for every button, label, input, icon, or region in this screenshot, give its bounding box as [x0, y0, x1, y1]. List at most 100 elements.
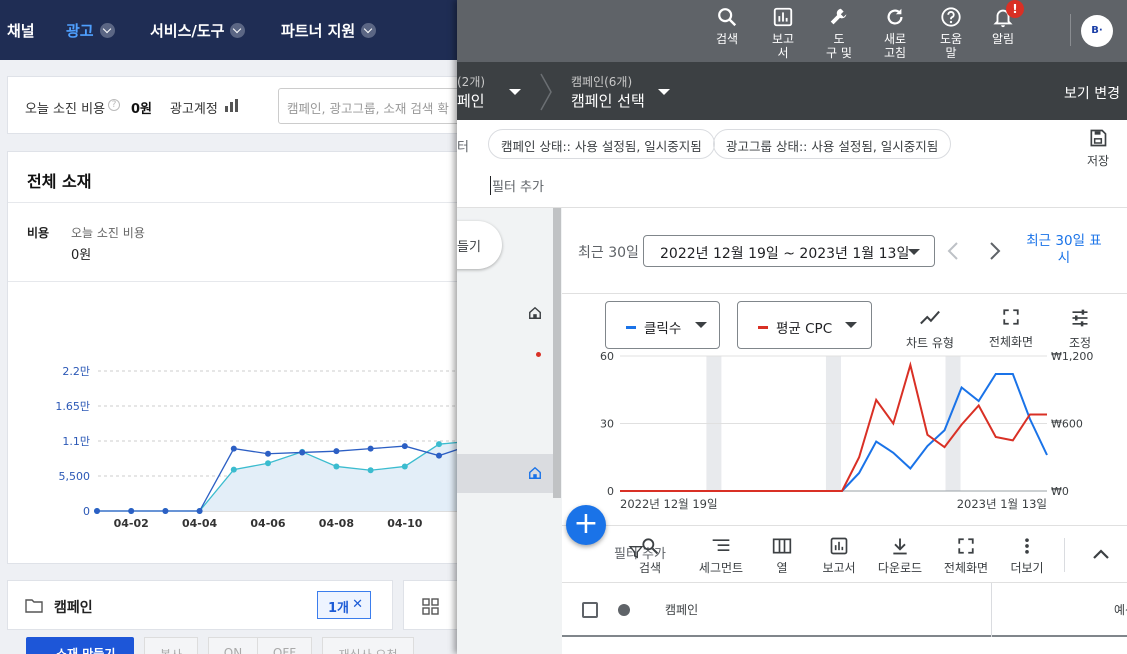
chevron-up-icon[interactable]	[1091, 547, 1111, 561]
download-icon	[893, 538, 907, 555]
select-all-checkbox[interactable]	[582, 602, 598, 618]
data-point	[299, 449, 306, 456]
data-point	[401, 463, 408, 470]
add-fab-button[interactable]: +	[566, 505, 606, 545]
filter-chip-campaign-status[interactable]: 캠페인 상태:: 사용 설정됨, 일시중지됨	[488, 129, 715, 159]
tools-button[interactable]: 도 구 및	[814, 6, 864, 60]
fullscreen-icon	[958, 538, 974, 554]
save-button[interactable]: 저장	[1083, 128, 1113, 169]
nav-channel[interactable]: 채널	[7, 20, 35, 41]
back-search-input[interactable]: 캠페인, 광고그룹, 소재 검색 확	[278, 88, 478, 124]
chevron-down-icon[interactable]	[509, 89, 521, 95]
back-summary-bar: 오늘 소진 비용 ? 0원 광고계정 캠페인, 광고그룹, 소재 검색 확	[7, 76, 478, 134]
off-button[interactable]: OFF	[257, 637, 312, 654]
column-header-campaign[interactable]: 캠페인	[665, 601, 698, 618]
nav-ads-label: 광고	[66, 22, 94, 40]
more-button[interactable]: 더보기	[995, 536, 1059, 576]
search-label: 검색	[638, 561, 662, 575]
data-point	[162, 508, 169, 514]
nav-channel-label: 채널	[7, 22, 35, 40]
nav-services-label: 서비스/도구	[150, 22, 225, 40]
left-axis-tick: 60	[600, 350, 614, 363]
filter-chip-adgroup-status[interactable]: 광고그룹 상태:: 사용 설정됨, 일시중지됨	[713, 129, 952, 159]
columns-button[interactable]: 열	[750, 536, 814, 576]
download-button[interactable]: 다운로드	[868, 536, 932, 576]
table-report-button[interactable]: 보고서	[807, 536, 871, 576]
close-icon[interactable]: ✕	[352, 597, 363, 612]
adgroup-selector[interactable]: 페인	[457, 90, 485, 111]
alerts-label: 알림	[991, 32, 1015, 46]
chevron-right-icon	[540, 73, 552, 111]
make-creative-button[interactable]: 소재 만들기	[26, 637, 134, 654]
view-change-button[interactable]: 보기 변경	[1064, 83, 1120, 103]
filter-label: 터	[457, 140, 469, 155]
bar-chart-icon[interactable]	[225, 99, 238, 112]
data-point	[196, 508, 203, 514]
search-button[interactable]: 검색	[702, 6, 752, 46]
campaign-selector[interactable]: 캠페인 선택	[571, 90, 645, 111]
nav-services[interactable]: 서비스/도구	[150, 20, 246, 41]
segment-label: 세그먼트	[698, 561, 744, 575]
chevron-down-icon[interactable]	[658, 89, 670, 95]
x-tick-label: 04-06	[250, 517, 286, 530]
breadcrumb: (2개) 페인 캠페인(6개) 캠페인 선택 보기 변경	[457, 62, 1127, 120]
chevron-down-icon	[230, 23, 246, 38]
count-chip-label: 1개	[328, 601, 350, 616]
x-tick-label: 04-02	[114, 517, 149, 530]
back-campaign-panel: 캠페인 1개 ✕	[7, 580, 393, 630]
add-filter-input[interactable]: 필터 추가	[490, 176, 544, 195]
top-app-bar: 검색 보고 서 도 구 및 새로 고침 도움 말 알림 ! B·	[457, 0, 1127, 62]
data-point	[333, 463, 340, 470]
save-icon	[1090, 129, 1107, 147]
side-scrollbar[interactable]	[553, 208, 561, 498]
report-icon	[773, 7, 793, 27]
back-top-nav: 채널 광고 서비스/도구 파트너 지원	[0, 0, 460, 60]
data-point	[230, 466, 237, 473]
nav-partner[interactable]: 파트너 지원	[281, 20, 377, 41]
home-icon[interactable]	[528, 306, 542, 320]
status-column-icon	[618, 604, 630, 616]
count-chip[interactable]: 1개 ✕	[317, 591, 371, 619]
table-search-button[interactable]: 검색	[618, 536, 682, 576]
divider	[991, 583, 992, 637]
review-button[interactable]: 재심사 요청	[322, 637, 414, 654]
x-tick-label: 04-10	[387, 517, 423, 530]
segment-button[interactable]: 세그먼트	[689, 536, 753, 576]
tools-label: 도 구 및	[826, 32, 852, 60]
table-header: 캠페인 예산	[562, 583, 1127, 637]
column-header-budget[interactable]: 예산	[1114, 601, 1127, 618]
table-fullscreen-button[interactable]: 전체화면	[934, 536, 998, 576]
adgroup-count-label: (2개)	[457, 75, 486, 89]
more-label: 더보기	[1010, 561, 1044, 575]
refresh-button[interactable]: 새로 고침	[870, 6, 920, 60]
data-point	[94, 508, 100, 514]
create-button[interactable]: 들기	[457, 221, 502, 269]
campaign-label: 캠페인	[54, 600, 93, 616]
columns-icon	[772, 538, 792, 554]
help-icon[interactable]: ?	[108, 99, 120, 111]
save-label: 저장	[1086, 154, 1110, 168]
chevron-down-icon	[361, 23, 377, 38]
avatar[interactable]: B·	[1081, 15, 1113, 47]
left-axis-tick: 30	[600, 418, 614, 431]
left-axis-tick: 0	[607, 485, 614, 498]
home-icon[interactable]	[528, 466, 542, 480]
divider	[1070, 14, 1071, 46]
data-point	[265, 450, 271, 457]
on-button[interactable]: ON	[208, 637, 258, 654]
divider	[1064, 538, 1065, 572]
series-area	[97, 442, 461, 511]
search-label: 검색	[715, 32, 739, 46]
fullscreen-label: 전체화면	[943, 561, 989, 575]
grid-icon[interactable]	[422, 598, 440, 616]
y-tick-label: 0	[83, 505, 90, 518]
status-dot	[536, 352, 541, 357]
x-axis-start-label: 2022년 12월 19일	[620, 497, 718, 511]
copy-button[interactable]: 복사	[144, 637, 198, 654]
performance-line-chart: 60 ₩1,200 30 ₩600 0 ₩0 2022년 12월 19일 2023년 1월 1…	[600, 350, 1093, 511]
help-button[interactable]: 도움 말	[926, 6, 976, 60]
data-point	[230, 445, 237, 452]
reports-button[interactable]: 보고 서	[758, 6, 808, 60]
refresh-icon	[887, 8, 903, 25]
nav-ads[interactable]: 광고	[66, 20, 115, 41]
